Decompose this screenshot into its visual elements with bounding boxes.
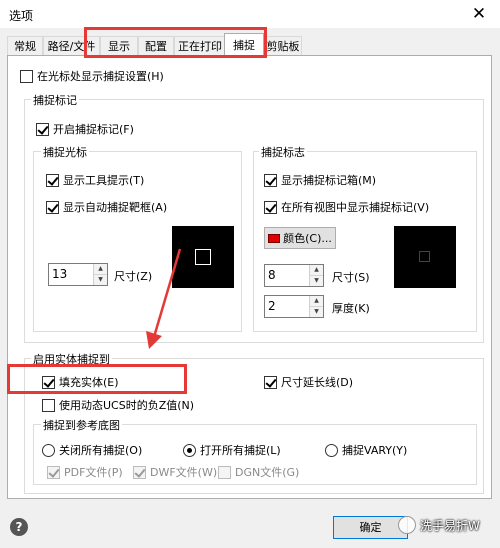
all-views-option[interactable]: 在所有视图中显示捕捉标记(V) (264, 199, 429, 215)
color-button-label: 颜色(C)... (283, 232, 332, 245)
aperture-box-preview (195, 249, 211, 265)
on-all-label: 打开所有捕捉(L) (200, 444, 281, 457)
dgn-label: DGN文件(G) (235, 466, 300, 479)
pdf-checkbox[interactable] (47, 465, 60, 479)
marker-thickness-spinner[interactable]: 2 ▲ ▼ (264, 295, 324, 318)
down-arrow-icon[interactable]: ▼ (310, 276, 323, 286)
marker-box-label: 显示捕捉标记箱(M) (281, 174, 377, 187)
spinner-arrows[interactable]: ▲ ▼ (93, 264, 107, 285)
up-arrow-icon[interactable]: ▲ (310, 296, 323, 307)
pdf-label: PDF文件(P) (64, 466, 123, 479)
tab-clipboard[interactable]: 剪贴板 (264, 36, 302, 55)
fill-solid-option[interactable]: 填充实体(E) (42, 374, 119, 390)
marker-size-spinner[interactable]: 8 ▲ ▼ (264, 264, 324, 287)
down-arrow-icon[interactable]: ▼ (310, 307, 323, 317)
extend-line-option[interactable]: 尺寸延长线(D) (264, 374, 353, 390)
snap-sign-group-label: 捕捉标志 (259, 144, 307, 160)
auto-frame-option[interactable]: 显示自动捕捉靶框(A) (46, 199, 167, 215)
dwf-option[interactable]: DWF文件(W) (133, 464, 217, 480)
dynamic-ucs-label: 使用动态UCS时的负Z值(N) (59, 399, 195, 412)
color-swatch (268, 233, 281, 243)
marker-size-value[interactable]: 8 (265, 265, 309, 286)
up-arrow-icon[interactable]: ▲ (94, 264, 107, 275)
dynamic-ucs-checkbox[interactable] (42, 398, 55, 412)
snap-marker-group-label: 捕捉标记 (31, 92, 79, 108)
spinner-arrows[interactable]: ▲ ▼ (309, 265, 323, 286)
show-at-cursor-checkbox[interactable] (20, 69, 33, 83)
watermark-text: 洗手易折W (420, 518, 480, 533)
all-views-checkbox[interactable] (264, 200, 277, 214)
extend-line-checkbox[interactable] (264, 375, 277, 389)
title-bar: 选项 ✕ (0, 0, 500, 28)
tab-general[interactable]: 常规 (7, 36, 43, 55)
dwf-label: DWF文件(W) (150, 466, 218, 479)
all-views-label: 在所有视图中显示捕捉标记(V) (281, 201, 430, 214)
enable-snap-marker-checkbox[interactable] (36, 122, 49, 136)
fill-solid-label: 填充实体(E) (59, 376, 119, 389)
off-all-radio[interactable] (42, 443, 55, 457)
underlay-group-label: 捕捉到参考底图 (41, 417, 122, 433)
pdf-option[interactable]: PDF文件(P) (47, 464, 123, 480)
color-button[interactable]: 颜色(C)... (264, 227, 336, 249)
enable-snap-marker-label: 开启捕捉标记(F) (53, 123, 134, 136)
show-at-cursor-label: 在光标处显示捕捉设置(H) (37, 70, 164, 83)
help-icon[interactable]: ? (10, 518, 28, 536)
down-arrow-icon[interactable]: ▼ (94, 275, 107, 285)
dynamic-ucs-option[interactable]: 使用动态UCS时的负Z值(N) (42, 397, 194, 413)
marker-size-label: 尺寸(S) (332, 271, 370, 284)
off-all-label: 关闭所有捕捉(O) (59, 444, 143, 457)
tooltip-checkbox[interactable] (46, 173, 59, 187)
marker-box-option[interactable]: 显示捕捉标记箱(M) (264, 172, 376, 188)
dgn-option[interactable]: DGN文件(G) (218, 464, 299, 480)
highlight-box-tabs (84, 27, 267, 58)
close-icon[interactable]: ✕ (464, 1, 494, 27)
wechat-icon (398, 516, 416, 534)
extend-line-label: 尺寸延长线(D) (281, 376, 354, 389)
ok-button[interactable]: 确定 (333, 516, 408, 539)
auto-frame-checkbox[interactable] (46, 200, 59, 214)
show-at-cursor-option[interactable]: 在光标处显示捕捉设置(H) (20, 68, 164, 84)
annotation-arrow (146, 248, 182, 349)
marker-preview (394, 226, 456, 288)
up-arrow-icon[interactable]: ▲ (310, 265, 323, 276)
tooltip-option[interactable]: 显示工具提示(T) (46, 172, 144, 188)
marker-thickness-value[interactable]: 2 (265, 296, 309, 317)
vary-label: 捕捉VARY(Y) (342, 444, 408, 457)
marker-box-checkbox[interactable] (264, 173, 277, 187)
spinner-arrows[interactable]: ▲ ▼ (309, 296, 323, 317)
vary-option[interactable]: 捕捉VARY(Y) (325, 442, 407, 458)
cursor-size-value[interactable]: 13 (49, 264, 93, 285)
off-all-option[interactable]: 关闭所有捕捉(O) (42, 442, 142, 458)
enable-snap-marker-option[interactable]: 开启捕捉标记(F) (36, 121, 134, 137)
auto-frame-label: 显示自动捕捉靶框(A) (63, 201, 168, 214)
snap-cursor-group-label: 捕捉光标 (41, 144, 89, 160)
marker-thickness-label: 厚度(K) (332, 302, 370, 315)
tooltip-label: 显示工具提示(T) (63, 174, 145, 187)
vary-radio[interactable] (325, 443, 338, 457)
window-title: 选项 (9, 9, 34, 23)
watermark: 洗手易折W (398, 516, 480, 534)
dgn-checkbox[interactable] (218, 465, 231, 479)
marker-box-preview (419, 251, 430, 262)
on-all-radio[interactable] (183, 443, 196, 457)
dwf-checkbox[interactable] (133, 465, 146, 479)
cursor-size-spinner[interactable]: 13 ▲ ▼ (48, 263, 108, 286)
on-all-option[interactable]: 打开所有捕捉(L) (183, 442, 281, 458)
fill-solid-checkbox[interactable] (42, 375, 55, 389)
